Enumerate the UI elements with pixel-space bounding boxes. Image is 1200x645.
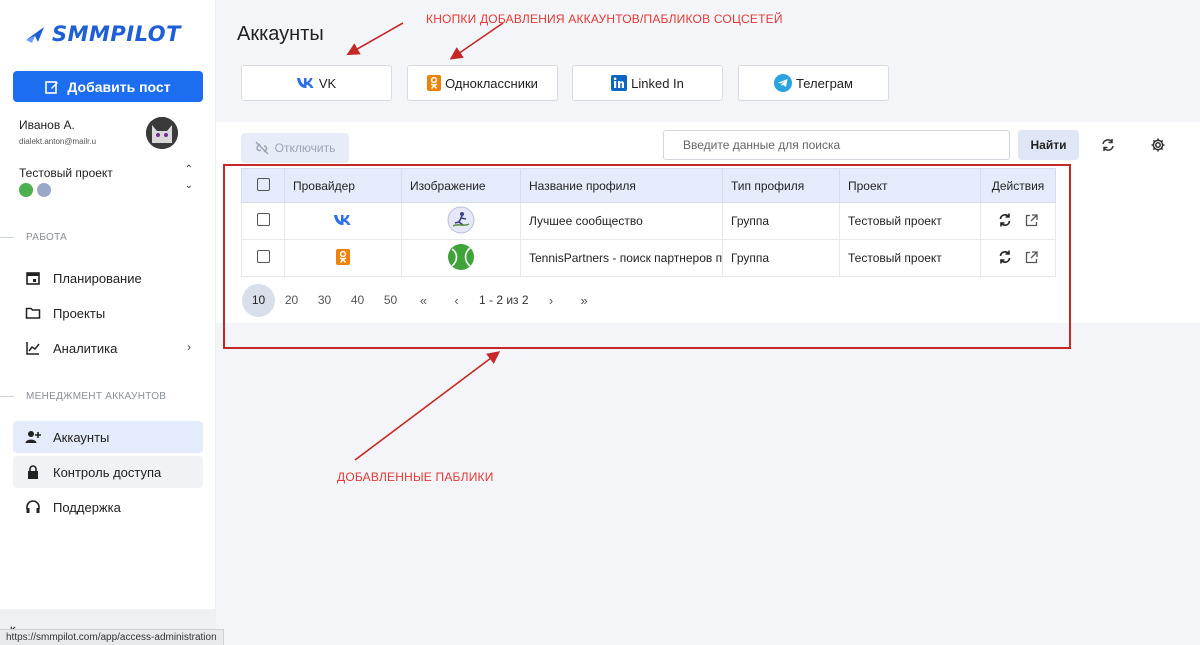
annotation-arrow-table xyxy=(354,351,501,461)
disable-button[interactable]: Отключить xyxy=(241,133,349,163)
add-user-icon xyxy=(25,431,41,443)
add-ok-button[interactable]: Одноклассники xyxy=(407,65,558,101)
sidebar-item-label: Контроль доступа xyxy=(53,464,162,480)
sidebar-item-access-control[interactable]: Контроль доступа xyxy=(13,456,203,488)
social-button-label: VK xyxy=(318,75,337,91)
sidebar: SMMPILOT Добавить пост Иванов А. dialekt… xyxy=(0,0,216,645)
chart-icon xyxy=(26,342,40,355)
add-telegram-button[interactable]: Телеграм xyxy=(738,65,889,101)
add-post-label: Добавить пост xyxy=(67,78,171,95)
add-post-button[interactable]: Добавить пост xyxy=(13,71,203,102)
linkedin-icon xyxy=(611,75,628,91)
edit-icon xyxy=(45,80,59,94)
section-title-work: РАБОТА xyxy=(26,232,68,243)
cat-avatar-icon xyxy=(146,117,178,149)
project-name: Тестовый проект xyxy=(19,166,113,180)
page-title: Аккаунты xyxy=(237,23,324,45)
lock-icon xyxy=(28,465,38,479)
annotation-highlight-box xyxy=(223,164,1071,349)
user-email: dialekt.anton@mailr.u xyxy=(19,137,97,146)
project-accounts xyxy=(19,183,51,197)
search-input[interactable] xyxy=(663,130,1010,160)
add-linkedin-button[interactable]: Linked In xyxy=(572,65,723,101)
chevron-right-icon: › xyxy=(187,340,191,354)
ok-icon xyxy=(427,75,442,91)
sidebar-item-label: Проекты xyxy=(53,305,106,321)
sidebar-item-label: Поддержка xyxy=(53,499,121,515)
tennis-account-icon xyxy=(19,183,33,197)
community-account-icon xyxy=(37,183,51,197)
disable-label: Отключить xyxy=(274,141,336,155)
logo-text: SMMPILOT xyxy=(52,22,181,46)
chevron-up-icon: ⌃ xyxy=(184,164,193,175)
social-button-label: Телеграм xyxy=(796,75,853,91)
chevron-down-icon: ⌄ xyxy=(184,180,193,191)
headset-icon xyxy=(26,500,40,513)
app-logo[interactable]: SMMPILOT xyxy=(24,22,181,46)
social-button-label: Одноклассники xyxy=(445,75,538,91)
section-title-account-management: МЕНЕДЖМЕНТ АККАУНТОВ xyxy=(26,391,167,402)
find-button[interactable]: Найти xyxy=(1018,130,1079,160)
section-divider xyxy=(0,237,14,238)
telegram-icon xyxy=(774,74,793,92)
annotation-added-note: ДОБАВЛЕННЫЕ ПАБЛИКИ xyxy=(337,470,494,484)
sidebar-item-accounts[interactable]: Аккаунты xyxy=(13,421,203,453)
social-button-label: Linked In xyxy=(631,75,684,91)
user-name: Иванов А. xyxy=(19,118,75,132)
gear-icon[interactable] xyxy=(1150,137,1166,153)
sidebar-item-label: Аккаунты xyxy=(53,429,110,445)
section-divider xyxy=(0,396,14,397)
annotation-buttons-note: КНОПКИ ДОБАВЛЕНИЯ АККАУНТОВ/ПАБЛИКОВ СОЦ… xyxy=(426,12,783,26)
project-selector[interactable]: Тестовый проект ⌃ ⌄ xyxy=(19,164,197,202)
sidebar-item-projects[interactable]: Проекты xyxy=(13,297,203,329)
calendar-icon xyxy=(26,272,40,285)
sidebar-item-support[interactable]: Поддержка xyxy=(13,491,203,523)
sidebar-item-planning[interactable]: Планирование xyxy=(13,262,203,294)
refresh-icon[interactable] xyxy=(1100,137,1116,153)
vk-icon xyxy=(296,78,314,88)
sidebar-item-label: Аналитика xyxy=(53,340,118,356)
sidebar-item-label: Планирование xyxy=(53,270,142,286)
avatar[interactable] xyxy=(146,117,178,149)
unlink-icon xyxy=(255,141,269,155)
rocket-logo-icon xyxy=(26,27,44,43)
sidebar-item-analytics[interactable]: Аналитика › xyxy=(13,332,203,364)
add-vk-button[interactable]: VK xyxy=(241,65,392,101)
status-url: https://smmpilot.com/app/access-administ… xyxy=(0,629,224,645)
folder-icon xyxy=(25,307,41,319)
